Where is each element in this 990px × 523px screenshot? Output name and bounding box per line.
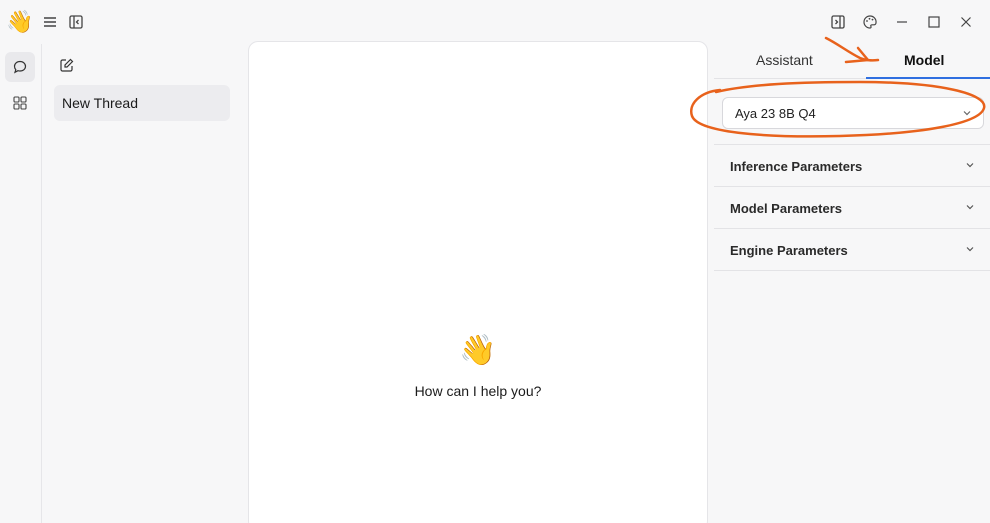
right-panel-tabs: Assistant Model — [714, 44, 990, 79]
welcome-message: How can I help you? — [414, 383, 542, 399]
thread-item-label: New Thread — [62, 95, 139, 111]
collapse-sidebar-icon[interactable] — [66, 12, 86, 32]
chevron-down-icon — [964, 201, 976, 216]
model-select[interactable]: Aya 23 8B Q4 — [722, 97, 984, 129]
grid-icon[interactable] — [5, 88, 35, 118]
active-tab-indicator — [866, 77, 990, 79]
app-logo: 👋 — [6, 9, 34, 34]
chevron-down-icon — [964, 159, 976, 174]
chat-panel: 👋 How can I help you? — [248, 41, 708, 523]
close-icon[interactable] — [956, 12, 976, 32]
section-label: Model Parameters — [730, 200, 842, 216]
section-model-parameters[interactable]: Model Parameters — [714, 187, 990, 229]
edit-icon[interactable] — [56, 54, 78, 76]
tab-assistant[interactable]: Assistant — [756, 52, 813, 68]
right-panel: Assistant Model Aya 23 8B Q4 Inference P… — [714, 44, 990, 523]
tab-model[interactable]: Model — [904, 52, 944, 68]
chat-bubble-icon[interactable] — [5, 52, 35, 82]
section-inference-parameters[interactable]: Inference Parameters — [714, 145, 990, 187]
title-bar: 👋 — [0, 0, 990, 44]
divider — [714, 270, 990, 271]
section-label: Inference Parameters — [730, 158, 863, 174]
section-engine-parameters[interactable]: Engine Parameters — [714, 229, 990, 271]
thread-item[interactable]: New Thread — [54, 85, 230, 121]
thread-list: New Thread — [42, 44, 248, 523]
minimize-icon[interactable] — [892, 12, 912, 32]
chevron-down-icon — [961, 107, 973, 122]
menu-icon[interactable] — [40, 12, 60, 32]
waving-hand-icon: 👋 — [459, 334, 497, 367]
section-label: Engine Parameters — [730, 242, 848, 258]
toggle-right-panel-icon[interactable] — [828, 12, 848, 32]
maximize-icon[interactable] — [924, 12, 944, 32]
palette-icon[interactable] — [860, 12, 880, 32]
chevron-down-icon — [964, 243, 976, 258]
model-select-value: Aya 23 8B Q4 — [735, 105, 816, 121]
left-rail — [0, 44, 42, 523]
